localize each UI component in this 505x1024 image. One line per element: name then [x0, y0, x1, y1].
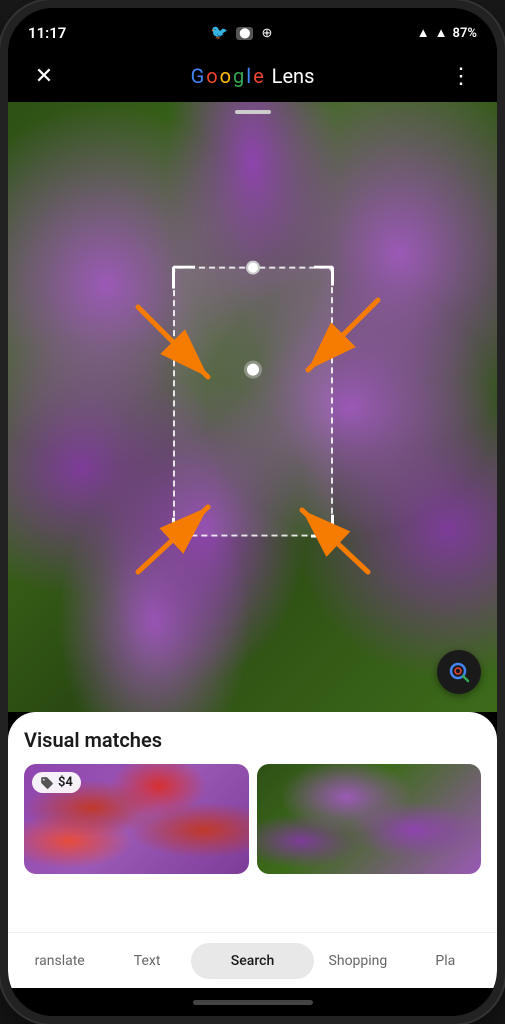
camera-background: [8, 102, 497, 712]
visual-matches-title: Visual matches: [24, 728, 481, 752]
google-g2: g: [233, 64, 244, 88]
selection-box[interactable]: [173, 267, 333, 537]
close-icon: ✕: [35, 64, 53, 89]
ring-icon: ⬤: [236, 27, 253, 40]
google-icon: ⊕: [261, 26, 272, 41]
more-icon: ⋮: [450, 64, 472, 89]
price-badge: $4: [32, 772, 81, 793]
signal-icon: ▲: [435, 25, 448, 41]
lens-search-button[interactable]: [437, 650, 481, 694]
close-button[interactable]: ✕: [24, 56, 64, 96]
status-bar: 11:17 🐦 ⬤ ⊕ ▲ ▲ 87%: [8, 8, 497, 50]
google-g: G: [191, 64, 205, 88]
lens-search-icon: [447, 660, 471, 684]
battery-indicator: 87%: [453, 26, 477, 41]
tab-text[interactable]: Text: [103, 933, 190, 988]
drag-handle-top[interactable]: [246, 261, 260, 275]
phone-frame: 11:17 🐦 ⬤ ⊕ ▲ ▲ 87% ✕ G o o g l: [0, 0, 505, 1024]
lens-title: G o o g l e Lens: [191, 64, 315, 88]
corner-handle-bl: [172, 518, 192, 538]
tab-translate[interactable]: ranslate: [16, 933, 103, 988]
status-right-icons: ▲ ▲ 87%: [417, 25, 477, 41]
twitter-icon: 🐦: [211, 25, 228, 41]
google-o1: o: [206, 64, 217, 88]
google-e: e: [253, 64, 264, 88]
tag-icon: [40, 776, 54, 790]
screen: 11:17 🐦 ⬤ ⊕ ▲ ▲ 87% ✕ G o o g l: [8, 8, 497, 1016]
matches-grid: $4: [24, 764, 481, 874]
wifi-icon: ▲: [417, 25, 430, 41]
status-time: 11:17: [28, 24, 66, 42]
bottom-sheet: Visual matches $4: [8, 712, 497, 932]
selection-center-dot: [247, 364, 259, 376]
price-value: $4: [58, 775, 73, 790]
corner-handle-tr: [314, 266, 334, 286]
viewfinder[interactable]: [8, 102, 497, 712]
tab-places[interactable]: Pla: [402, 933, 489, 988]
tab-shopping[interactable]: Shopping: [314, 933, 401, 988]
lens-word: Lens: [267, 64, 315, 88]
match-card-1[interactable]: $4: [24, 764, 249, 874]
lens-header: ✕ G o o g l e Lens ⋮: [8, 50, 497, 102]
home-bar: [193, 1000, 313, 1005]
match-card-image-2: [257, 764, 482, 874]
google-o2: o: [220, 64, 231, 88]
home-indicator: [8, 988, 497, 1016]
status-app-icons: 🐦 ⬤ ⊕: [211, 25, 273, 41]
tab-search[interactable]: Search: [191, 943, 314, 979]
more-options-button[interactable]: ⋮: [441, 56, 481, 96]
drag-indicator: [235, 110, 271, 114]
match-card-2[interactable]: [257, 764, 482, 874]
bottom-tabs: ranslate Text Search Shopping Pla: [8, 932, 497, 988]
google-l: l: [246, 64, 251, 88]
